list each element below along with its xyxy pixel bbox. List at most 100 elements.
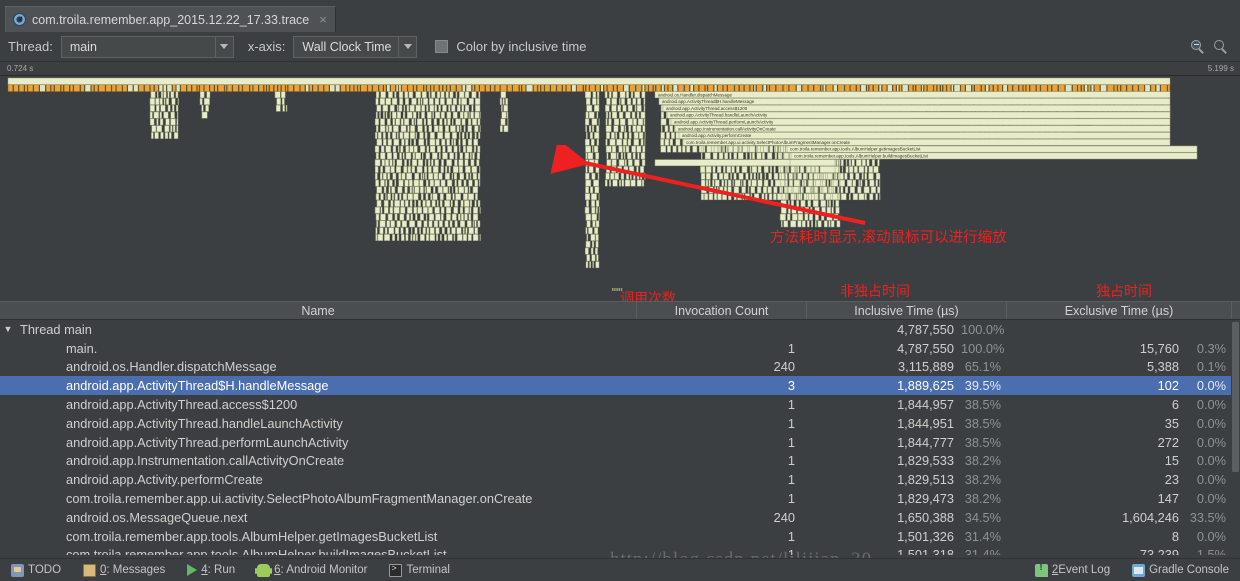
editor-tab-label: com.troila.remember.app_2015.12.22_17.33… bbox=[32, 12, 310, 27]
row-invocation-count: 1 bbox=[787, 528, 795, 544]
status-bar-item-label: 2Event Log bbox=[1051, 564, 1111, 576]
row-invocation-count: 240 bbox=[773, 359, 795, 375]
gradle-icon bbox=[1132, 563, 1146, 577]
thread-select-value: main bbox=[69, 39, 97, 54]
editor-tab-trace-file[interactable]: com.troila.remember.app_2015.12.22_17.33… bbox=[5, 6, 336, 32]
row-invocation-count: 1 bbox=[787, 340, 795, 356]
toolbar-right-group bbox=[1191, 39, 1232, 54]
row-method-name: com.troila.remember.app.tools.AlbumHelpe… bbox=[66, 547, 447, 555]
row-invocation-count: 3 bbox=[787, 378, 795, 394]
row-exclusive-time: 35 0.0% bbox=[1164, 415, 1226, 431]
flame-frame-label: android.app.Activity.performCreate bbox=[682, 133, 752, 138]
table-row[interactable]: main. 1 4,787,550 100.0% 15,760 0.3% bbox=[0, 339, 1240, 358]
table-row[interactable]: com.troila.remember.app.tools.AlbumHelpe… bbox=[0, 546, 1240, 555]
row-exclusive-time: 15,760 0.3% bbox=[1139, 340, 1226, 356]
column-header-name[interactable]: Name bbox=[0, 302, 637, 319]
row-invocation-count: 240 bbox=[773, 509, 795, 525]
column-header-invocation-count[interactable]: Invocation Count bbox=[637, 302, 807, 319]
scrollbar-thumb[interactable] bbox=[1232, 322, 1239, 472]
row-inclusive-time: 1,844,951 38.5% bbox=[897, 415, 1001, 431]
row-method-name: android.app.ActivityThread.handleLaunchA… bbox=[66, 415, 343, 431]
trace-file-icon bbox=[13, 13, 26, 26]
table-row[interactable]: ▼ Thread main 4,787,550 100.0% bbox=[0, 320, 1240, 339]
table-row[interactable]: android.app.Activity.performCreate 1 1,829… bbox=[0, 470, 1240, 489]
status-bar-item[interactable]: 2Event Log bbox=[1024, 562, 1121, 577]
row-inclusive-time: 4,787,550 100.0% bbox=[897, 340, 1005, 356]
flame-frame-label: android.app.ActivityThread.handleLaunchA… bbox=[670, 113, 768, 118]
table-row[interactable]: android.app.ActivityThread.performLaunch… bbox=[0, 433, 1240, 452]
flame-frame-label: android.app.ActivityThread$H.handleMessa… bbox=[662, 99, 755, 104]
flame-frame-label: android.app.ActivityThread.performLaunch… bbox=[674, 120, 774, 125]
thread-select[interactable]: main bbox=[60, 35, 234, 58]
red-arrow bbox=[550, 145, 866, 225]
event-log-icon bbox=[1034, 562, 1048, 577]
status-bar-item-label: 6: Android Monitor bbox=[274, 564, 368, 576]
status-bar-item[interactable]: 6: Android Monitor bbox=[246, 563, 378, 577]
row-invocation-count: 1 bbox=[787, 397, 795, 413]
profile-table: Name Invocation Count Inclusive Time (µs… bbox=[0, 301, 1240, 555]
ruler-start-time: 0.724 s bbox=[7, 64, 34, 73]
row-method-name: android.app.Activity.performCreate bbox=[66, 472, 263, 488]
table-header-row: Name Invocation Count Inclusive Time (µs… bbox=[0, 301, 1240, 320]
table-row[interactable]: android.app.ActivityThread.handleLaunchA… bbox=[0, 414, 1240, 433]
flame-frame-label: android.os.Handler.dispatchMessage bbox=[658, 92, 733, 97]
table-row[interactable]: android.app.ActivityThread.access$1200 1 1… bbox=[0, 395, 1240, 414]
row-method-name: android.app.Instrumentation.callActivity… bbox=[66, 453, 345, 469]
row-method-name: android.os.MessageQueue.next bbox=[66, 509, 248, 525]
status-bar-item-label: Gradle Console bbox=[1149, 564, 1229, 576]
table-row[interactable]: android.app.Instrumentation.callActivity… bbox=[0, 452, 1240, 471]
status-bar-item-label: 0: Messages bbox=[100, 564, 166, 576]
status-bar-item-label: Terminal bbox=[406, 564, 450, 576]
annotation-inclusive: 非独占时间 bbox=[840, 284, 910, 300]
row-method-name: com.troila.remember.app.tools.AlbumHelpe… bbox=[66, 528, 438, 544]
row-method-name: main. bbox=[66, 340, 98, 356]
editor-tab-bar: com.troila.remember.app_2015.12.22_17.33… bbox=[0, 6, 1240, 32]
flame-frame-label: android.app.Instrumentation.callActivity… bbox=[678, 126, 776, 131]
status-bar-item[interactable]: TODO bbox=[0, 563, 72, 577]
table-row[interactable]: com.troila.remember.app.tools.AlbumHelpe… bbox=[0, 527, 1240, 546]
row-method-name: android.app.ActivityThread$H.handleMessa… bbox=[66, 378, 329, 394]
row-inclusive-time: 1,889,625 39.5% bbox=[897, 378, 1001, 394]
table-body[interactable]: ▼ Thread main 4,787,550 100.0% main. 1 4,787,5… bbox=[0, 320, 1240, 555]
color-by-inclusive-checkbox[interactable] bbox=[435, 40, 449, 53]
status-bar: TODO 0: Messages 4: Run 6: Android Monitor T… bbox=[0, 558, 1240, 581]
todo-icon bbox=[11, 563, 24, 577]
row-inclusive-time: 3,115,889 65.1% bbox=[898, 359, 1001, 375]
status-bar-item[interactable]: Gradle Console bbox=[1121, 563, 1240, 577]
timeline-ruler[interactable]: 0.724 s 5.199 s bbox=[0, 62, 1240, 76]
row-exclusive-time: 23 0.0% bbox=[1164, 472, 1226, 488]
row-invocation-count: 1 bbox=[787, 434, 795, 450]
chevron-down-icon[interactable] bbox=[214, 36, 233, 57]
status-bar-item-label: 4: Run bbox=[201, 564, 236, 576]
row-invocation-count: 1 bbox=[787, 547, 795, 555]
status-bar-item[interactable]: Terminal bbox=[378, 563, 460, 577]
status-bar-left: TODO 0: Messages 4: Run 6: Android Monitor T… bbox=[0, 563, 461, 577]
table-row[interactable]: com.troila.remember.app.ui.activity.Sele… bbox=[0, 489, 1240, 508]
message-icon bbox=[83, 563, 97, 577]
column-header-exclusive-time[interactable]: Exclusive Time (µs) bbox=[1007, 302, 1232, 319]
column-header-inclusive-time[interactable]: Inclusive Time (µs) bbox=[807, 302, 1007, 319]
table-row[interactable]: android.os.MessageQueue.next 240 1,650,388… bbox=[0, 508, 1240, 527]
table-row[interactable]: android.os.Handler.dispatchMessage 240 3,1… bbox=[0, 358, 1240, 377]
zoom-out-icon[interactable] bbox=[1191, 39, 1205, 54]
row-invocation-count: 1 bbox=[787, 472, 795, 488]
column-header-filler bbox=[1232, 302, 1240, 319]
xaxis-select[interactable]: Wall Clock Time bbox=[293, 35, 418, 58]
annotation-zoom-hint: 方法耗时显示,滚动鼠标可以进行缩放 bbox=[770, 230, 1007, 246]
table-row[interactable]: android.app.ActivityThread$H.handleMessa… bbox=[0, 376, 1240, 396]
status-bar-item[interactable]: 0: Messages bbox=[72, 563, 176, 577]
chevron-down-icon[interactable] bbox=[398, 36, 417, 57]
row-exclusive-time: 6 0.0% bbox=[1171, 397, 1226, 413]
close-icon[interactable]: × bbox=[319, 13, 327, 26]
expand-twisty-icon[interactable]: ▼ bbox=[0, 324, 16, 334]
row-method-name: android.app.ActivityThread.access$1200 bbox=[66, 397, 298, 413]
row-exclusive-time: 8 0.0% bbox=[1171, 528, 1226, 544]
table-vertical-scrollbar[interactable] bbox=[1231, 320, 1240, 555]
status-bar-item[interactable]: 4: Run bbox=[176, 564, 246, 576]
ruler-end-time: 5.199 s bbox=[1207, 64, 1234, 73]
row-method-name: Thread main bbox=[20, 321, 92, 337]
row-invocation-count: 1 bbox=[787, 491, 795, 507]
zoom-in-icon[interactable] bbox=[1214, 39, 1228, 54]
row-exclusive-time: 147 0.0% bbox=[1157, 491, 1226, 507]
row-exclusive-time: 272 0.0% bbox=[1157, 434, 1226, 450]
